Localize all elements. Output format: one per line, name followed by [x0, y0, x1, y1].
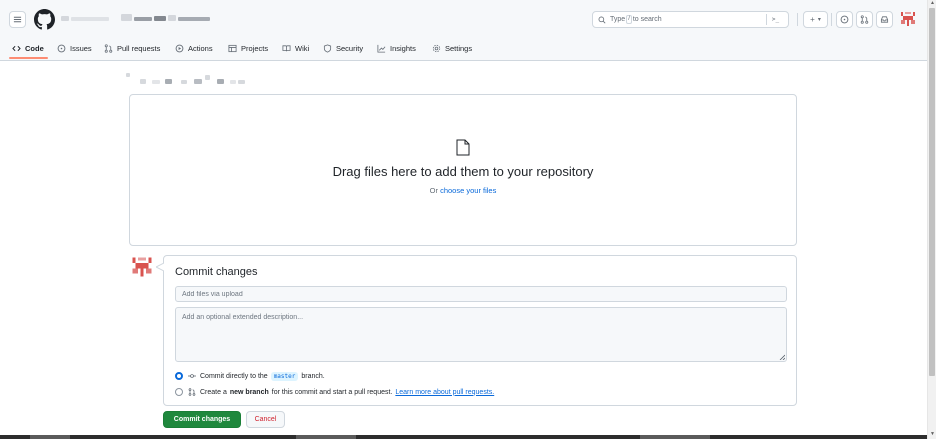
- tab-label: Security: [336, 43, 364, 53]
- tab-label: Settings: [445, 43, 473, 53]
- gear-icon: [432, 44, 441, 52]
- commit-title: Commit changes: [175, 266, 258, 278]
- dropzone-subtitle-prefix: Or: [429, 186, 438, 195]
- pull-request-icon: [860, 15, 869, 24]
- choose-files-link[interactable]: choose your files: [440, 186, 496, 195]
- code-icon: [12, 45, 21, 51]
- repository-nav: Code Issues Pull requests Actions Projec…: [0, 36, 927, 61]
- tab-label: Insights: [390, 43, 416, 53]
- tab-insights[interactable]: Insights: [377, 41, 416, 55]
- tab-label: Pull requests: [117, 43, 161, 53]
- active-tab-indicator: [9, 57, 48, 59]
- cancel-button[interactable]: Cancel: [246, 411, 285, 428]
- resize-handle-icon[interactable]: [779, 354, 785, 360]
- create-branch-suffix: for this commit and start a pull request…: [271, 388, 393, 396]
- create-branch-radio[interactable]: [175, 388, 183, 396]
- issues-button[interactable]: [836, 11, 853, 28]
- tab-label: Wiki: [295, 43, 310, 53]
- pull-request-icon: [188, 388, 196, 396]
- graph-icon: [377, 44, 386, 53]
- commit-changes-button[interactable]: Commit changes: [163, 411, 241, 428]
- tab-label: Projects: [241, 43, 269, 53]
- search-placeholder-prefix: Type: [610, 16, 626, 23]
- commit-direct-radio[interactable]: [175, 372, 183, 380]
- create-branch-option[interactable]: Create a new branch for this commit and …: [175, 386, 494, 398]
- create-branch-bold: new branch: [229, 388, 269, 396]
- book-icon: [282, 44, 291, 51]
- scroll-down-arrow-icon[interactable]: ▼: [929, 431, 936, 438]
- pull-request-icon: [104, 43, 113, 53]
- dropzone-title: Drag files here to add them to your repo…: [332, 164, 594, 179]
- inbox-button[interactable]: [876, 11, 893, 28]
- tab-issues[interactable]: Issues: [57, 41, 92, 55]
- tab-projects[interactable]: Projects: [228, 41, 268, 55]
- tab-wiki[interactable]: Wiki: [282, 41, 309, 55]
- scroll-up-arrow-icon[interactable]: ▲: [929, 0, 936, 7]
- search-input[interactable]: Type / to search >_: [592, 11, 789, 28]
- pull-requests-button[interactable]: [856, 11, 873, 28]
- search-shortcut-key: /: [626, 15, 632, 24]
- search-icon: [598, 16, 606, 23]
- create-branch-prefix: Create a: [200, 388, 227, 396]
- file-icon: [456, 139, 470, 156]
- learn-more-pull-requests-link[interactable]: Learn more about pull requests.: [395, 389, 494, 396]
- tab-label: Code: [25, 43, 44, 53]
- issue-icon: [57, 44, 66, 52]
- commit-summary-input[interactable]: [175, 286, 787, 302]
- create-new-button[interactable]: + ▾: [803, 11, 828, 28]
- tab-label: Issues: [70, 43, 92, 53]
- top-bar: Type / to search >_ + ▾: [0, 0, 927, 36]
- chevron-down-icon: ▾: [817, 17, 821, 23]
- tab-settings[interactable]: Settings: [432, 41, 472, 55]
- shield-icon: [323, 43, 332, 53]
- committer-avatar: [130, 255, 154, 279]
- command-palette-icon[interactable]: >_: [766, 14, 784, 25]
- vertical-scrollbar[interactable]: ▲ ▼: [927, 0, 936, 439]
- tab-actions[interactable]: Actions: [175, 41, 213, 55]
- menu-button[interactable]: [9, 11, 26, 28]
- plus-icon: +: [810, 15, 815, 24]
- file-dropzone[interactable]: Drag files here to add them to your repo…: [129, 94, 797, 246]
- commit-description-input[interactable]: [175, 307, 787, 362]
- user-avatar[interactable]: [899, 10, 917, 28]
- hamburger-icon: [13, 16, 22, 23]
- dropzone-subtitle: Or choose your files: [130, 186, 796, 195]
- tab-pull-requests[interactable]: Pull requests: [104, 41, 160, 55]
- github-logo-icon[interactable]: [34, 9, 55, 30]
- commit-direct-option[interactable]: Commit directly to the master branch.: [175, 370, 325, 382]
- branch-name-badge: master: [270, 371, 299, 381]
- window-bottom-edge: [0, 435, 927, 439]
- comment-caret-icon: [156, 263, 164, 271]
- play-icon: [175, 44, 184, 52]
- header-divider: [797, 13, 798, 26]
- tab-label: Actions: [188, 43, 213, 53]
- inbox-icon: [880, 16, 889, 23]
- commit-direct-suffix: branch.: [301, 372, 325, 380]
- git-commit-icon: [188, 374, 196, 378]
- tab-code[interactable]: Code: [12, 41, 44, 55]
- issue-opened-icon: [840, 15, 849, 24]
- scrollbar-thumb[interactable]: [929, 8, 935, 376]
- commit-direct-prefix: Commit directly to the: [200, 372, 268, 380]
- global-header: Type / to search >_ + ▾ Code Issues Pull…: [0, 0, 927, 61]
- header-divider: [831, 13, 832, 26]
- commit-changes-box: Commit changes Commit directly to the ma…: [163, 255, 797, 406]
- tab-security[interactable]: Security: [323, 41, 363, 55]
- table-icon: [228, 44, 237, 52]
- search-placeholder-suffix: to search: [632, 16, 662, 23]
